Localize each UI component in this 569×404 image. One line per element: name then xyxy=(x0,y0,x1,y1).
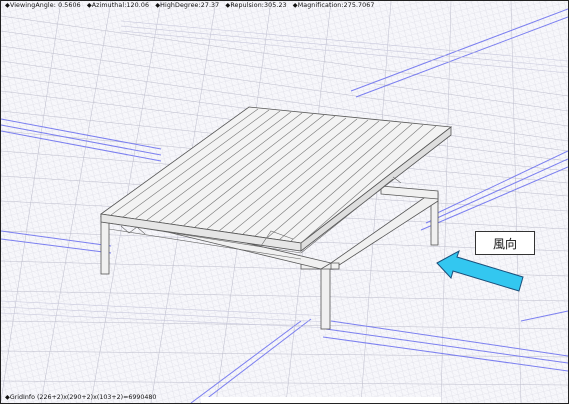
viewer-frame: ◆ViewingAngle: 0.5606 ◆Azimuthal:120.06 … xyxy=(0,0,569,404)
grid-info-readout: ◆GridInfo (226+2)x(290+2)x(103+2)=699048… xyxy=(5,394,157,401)
camera-status-bar: ◆ViewingAngle: 0.5606 ◆Azimuthal:120.06 … xyxy=(5,2,378,9)
viewing-angle-readout: ◆ViewingAngle: 0.5606 xyxy=(5,2,81,9)
magnification-readout: ◆Magnification:275.7067 xyxy=(292,2,375,9)
azimuthal-readout: ◆Azimuthal:120.06 xyxy=(86,2,150,9)
high-degree-readout: ◆HighDegree:27.37 xyxy=(155,2,220,9)
repulsion-readout: ◆Repulsion:305.23 xyxy=(225,2,287,9)
wind-direction-label: 風向 xyxy=(475,231,535,255)
mesh-viewport[interactable] xyxy=(1,1,568,403)
